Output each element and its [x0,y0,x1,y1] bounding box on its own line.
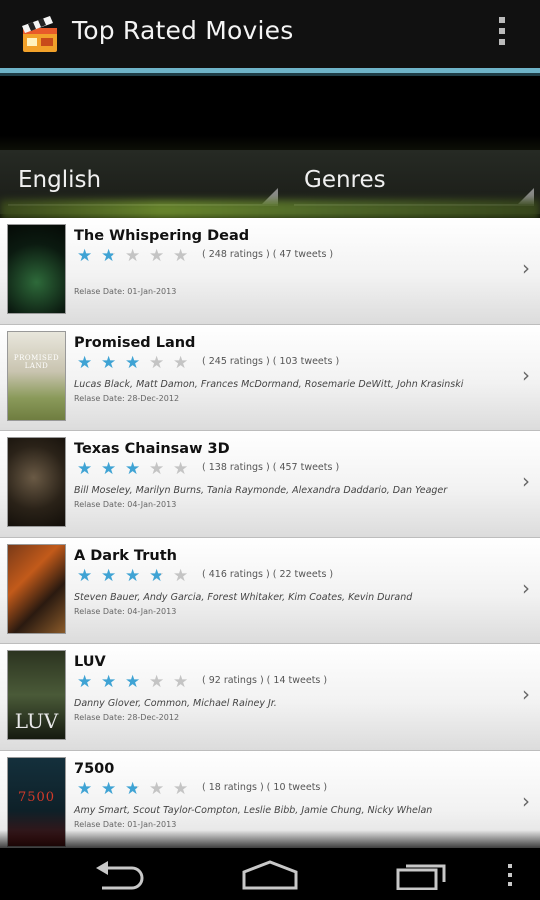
language-spinner-label: English [18,167,102,193]
movie-poster [7,437,66,528]
header-banner [0,76,540,150]
chevron-right-icon: › [522,682,530,707]
rating-stars: ★ ★ ★ ★ ★ [77,672,189,693]
language-spinner[interactable]: English [8,150,278,206]
list-fade [0,830,540,850]
rating-counts: ( 92 ratings ) ( 14 tweets ) [202,675,328,687]
rating-counts: ( 138 ratings ) ( 457 tweets ) [202,462,340,474]
overflow-menu-icon[interactable] [494,17,510,51]
movie-cast: Steven Bauer, Andy Garcia, Forest Whitak… [74,591,413,603]
movie-list[interactable]: The Whispering Dead ★ ★ ★ ★ ★ ( 248 ratings … [0,218,540,848]
rating-stars: ★ ★ ★ ★ ★ [77,246,189,266]
movie-cast: Danny Glover, Common, Michael Rainey Jr. [74,698,277,710]
movie-cast: Lucas Black, Matt Damon, Frances McDorma… [74,378,464,390]
movie-cast: Bill Moseley, Marilyn Burns, Tania Raymo… [74,485,448,497]
app-title: Top Rated Movies [72,16,294,45]
movie-row[interactable]: PROMISED LAND Promised Land ★ ★ ★ ★ ★ ( 245 … [0,324,540,432]
rating-counts: ( 18 ratings ) ( 10 tweets ) [202,781,328,793]
home-icon[interactable] [240,860,300,890]
release-date: Relase Date: 28-Dec-2012 [74,393,180,403]
release-date: Relase Date: 04-Jan-2013 [74,606,177,616]
movie-poster: PROMISED LAND [7,330,66,421]
rating-counts: ( 245 ratings ) ( 103 tweets ) [202,355,340,367]
header-glow [0,200,540,220]
rating-counts: ( 416 ratings ) ( 22 tweets ) [202,568,334,580]
movie-title: LUV [74,654,106,671]
release-date: Relase Date: 01-Jan-2013 [74,819,177,829]
movie-row[interactable]: A Dark Truth ★ ★ ★ ★ ★ ( 416 ratings ) ( 22 … [0,537,540,645]
movie-row[interactable]: LUV LUV ★ ★ ★ ★ ★ ( 92 ratings ) ( 14 tweets… [0,644,540,751]
movie-title: The Whispering Dead [74,228,250,244]
release-date: Relase Date: 28-Dec-2012 [74,713,180,723]
menu-dots-icon[interactable] [504,860,516,890]
rating-stars: ★ ★ ★ ★ ★ [77,778,189,799]
rating-counts: ( 248 ratings ) ( 47 tweets ) [202,249,334,260]
release-date: Relase Date: 04-Jan-2013 [74,500,177,510]
movie-poster: LUV [7,650,66,741]
poster-text: 7500 [17,789,56,805]
chevron-right-icon: › [522,575,530,600]
genre-spinner-label: Genres [304,167,386,193]
movie-row[interactable]: The Whispering Dead ★ ★ ★ ★ ★ ( 248 ratings … [0,218,540,325]
chevron-right-icon: › [522,256,530,280]
system-nav-bar [0,848,540,900]
rating-stars: ★ ★ ★ ★ ★ [77,352,189,373]
chevron-right-icon: › [522,788,530,813]
movie-title: Texas Chainsaw 3D [74,441,230,458]
back-icon[interactable] [92,860,148,890]
rating-stars: ★ ★ ★ ★ ★ [77,459,189,480]
movie-row[interactable]: Texas Chainsaw 3D ★ ★ ★ ★ ★ ( 138 ratings ) … [0,431,540,538]
movie-poster [7,543,66,634]
movie-title: 7500 [74,760,115,777]
recent-apps-icon[interactable] [394,860,450,890]
movie-poster [7,224,66,314]
poster-text: PROMISED LAND [13,353,60,370]
chevron-right-icon: › [522,469,530,494]
movie-title: Promised Land [74,334,196,351]
action-bar-divider [0,68,540,76]
rating-stars: ★ ★ ★ ★ ★ [77,565,189,586]
poster-text: LUV [14,709,59,734]
clapperboard-icon[interactable] [20,10,62,56]
genre-spinner[interactable]: Genres [294,150,534,206]
chevron-right-icon: › [522,362,530,387]
movie-cast: Amy Smart, Scout Taylor-Compton, Leslie … [74,804,433,816]
release-date: Relase Date: 01-Jan-2013 [74,287,177,296]
action-bar: Top Rated Movies [0,0,540,68]
movie-title: A Dark Truth [74,547,177,564]
